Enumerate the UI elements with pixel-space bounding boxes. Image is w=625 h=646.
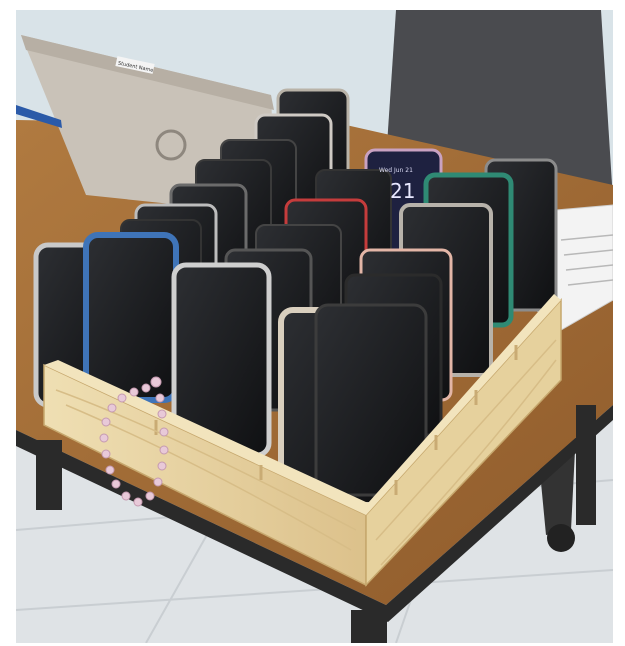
- table-leg-right: [576, 405, 596, 525]
- chair-wheel: [547, 524, 575, 552]
- phone-time: 21: [390, 179, 415, 203]
- table-leg-front: [351, 610, 387, 643]
- table-leg-left: [36, 440, 62, 510]
- classroom-photo: Student Name Wed Jun 21 21: [16, 10, 613, 643]
- phone-date: Wed Jun 21: [379, 167, 413, 174]
